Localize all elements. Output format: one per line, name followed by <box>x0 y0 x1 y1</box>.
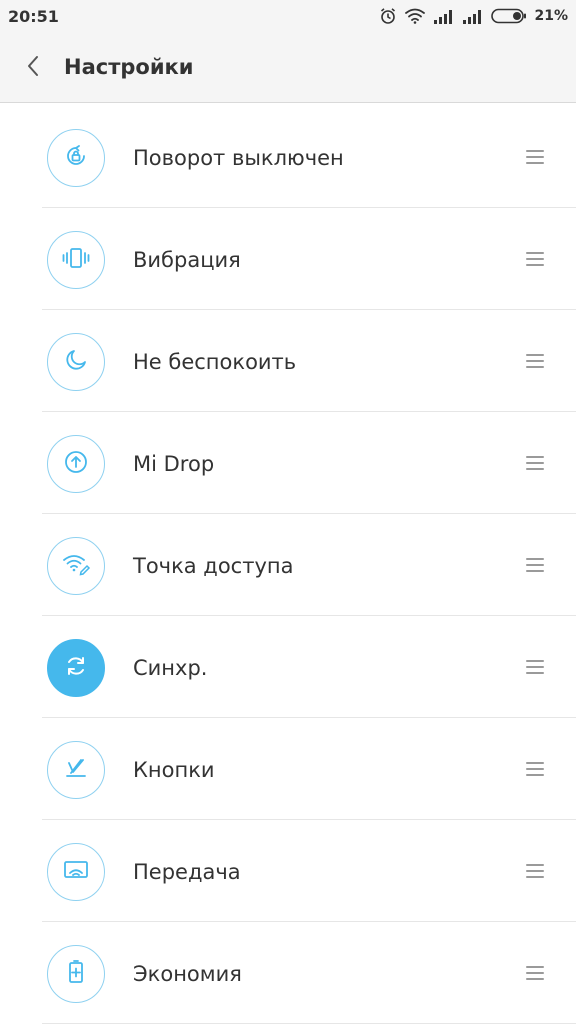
toggle-row-hotspot[interactable]: Точка доступа <box>0 514 576 616</box>
drag-handle[interactable] <box>524 556 546 574</box>
signal-icon <box>433 8 455 24</box>
toggle-label: Кнопки <box>133 758 215 782</box>
dnd-toggle[interactable] <box>47 333 105 391</box>
drag-handle[interactable] <box>524 964 546 982</box>
wifi-icon <box>404 7 426 25</box>
header: Настройки <box>0 32 576 103</box>
battery-icon <box>491 8 527 24</box>
toggle-label: Поворот выключен <box>133 146 344 170</box>
toggle-label: Вибрация <box>133 248 241 272</box>
vibration-toggle[interactable] <box>47 231 105 289</box>
toggle-row-battery-saver[interactable]: Экономия <box>0 922 576 1024</box>
toggle-row-buttons[interactable]: Кнопки <box>0 718 576 820</box>
status-time: 20:51 <box>8 7 59 26</box>
status-bar: 20:51 21% <box>0 0 576 32</box>
toggle-row-cast[interactable]: Передача <box>0 820 576 922</box>
drag-handle[interactable] <box>524 760 546 778</box>
sync-icon <box>62 652 90 684</box>
rotation-toggle[interactable] <box>47 129 105 187</box>
vibration-icon <box>61 244 91 276</box>
drag-handle[interactable] <box>524 250 546 268</box>
cast-icon <box>61 857 91 887</box>
toggle-row-dnd[interactable]: Не беспокоить <box>0 310 576 412</box>
page-title: Настройки <box>64 55 194 79</box>
drag-handle[interactable] <box>524 862 546 880</box>
toggle-label: Экономия <box>133 962 242 986</box>
toggle-row-mi-drop[interactable]: Mi Drop <box>0 412 576 514</box>
drag-handle[interactable] <box>524 148 546 166</box>
toggle-label: Mi Drop <box>133 452 215 476</box>
sync-toggle[interactable] <box>47 639 105 697</box>
rotation-lock-icon <box>62 142 90 174</box>
toggle-row-sync[interactable]: Синхр. <box>0 616 576 718</box>
buttons-icon <box>62 754 90 786</box>
toggle-row-vibration[interactable]: Вибрация <box>0 208 576 310</box>
hotspot-icon <box>61 551 91 581</box>
upload-icon <box>62 448 90 480</box>
drag-handle[interactable] <box>524 658 546 676</box>
toggle-label: Синхр. <box>133 656 208 680</box>
moon-icon <box>63 347 89 377</box>
signal-icon <box>462 8 484 24</box>
buttons-toggle[interactable] <box>47 741 105 799</box>
toggle-list: Поворот выключен Вибрация Не беспокоить <box>0 106 576 1024</box>
drag-handle[interactable] <box>524 454 546 472</box>
battery-percent: 21% <box>534 8 568 24</box>
hotspot-toggle[interactable] <box>47 537 105 595</box>
toggle-row-rotation[interactable]: Поворот выключен <box>0 106 576 208</box>
back-button[interactable] <box>18 53 48 83</box>
battery-saver-icon <box>63 958 89 990</box>
status-icons: 21% <box>379 6 568 26</box>
toggle-label: Передача <box>133 860 241 884</box>
chevron-left-icon <box>25 54 41 82</box>
cast-toggle[interactable] <box>47 843 105 901</box>
mi-drop-toggle[interactable] <box>47 435 105 493</box>
alarm-icon <box>379 7 397 25</box>
battery-saver-toggle[interactable] <box>47 945 105 1003</box>
toggle-label: Не беспокоить <box>133 350 297 374</box>
drag-handle[interactable] <box>524 352 546 370</box>
toggle-label: Точка доступа <box>133 554 294 578</box>
